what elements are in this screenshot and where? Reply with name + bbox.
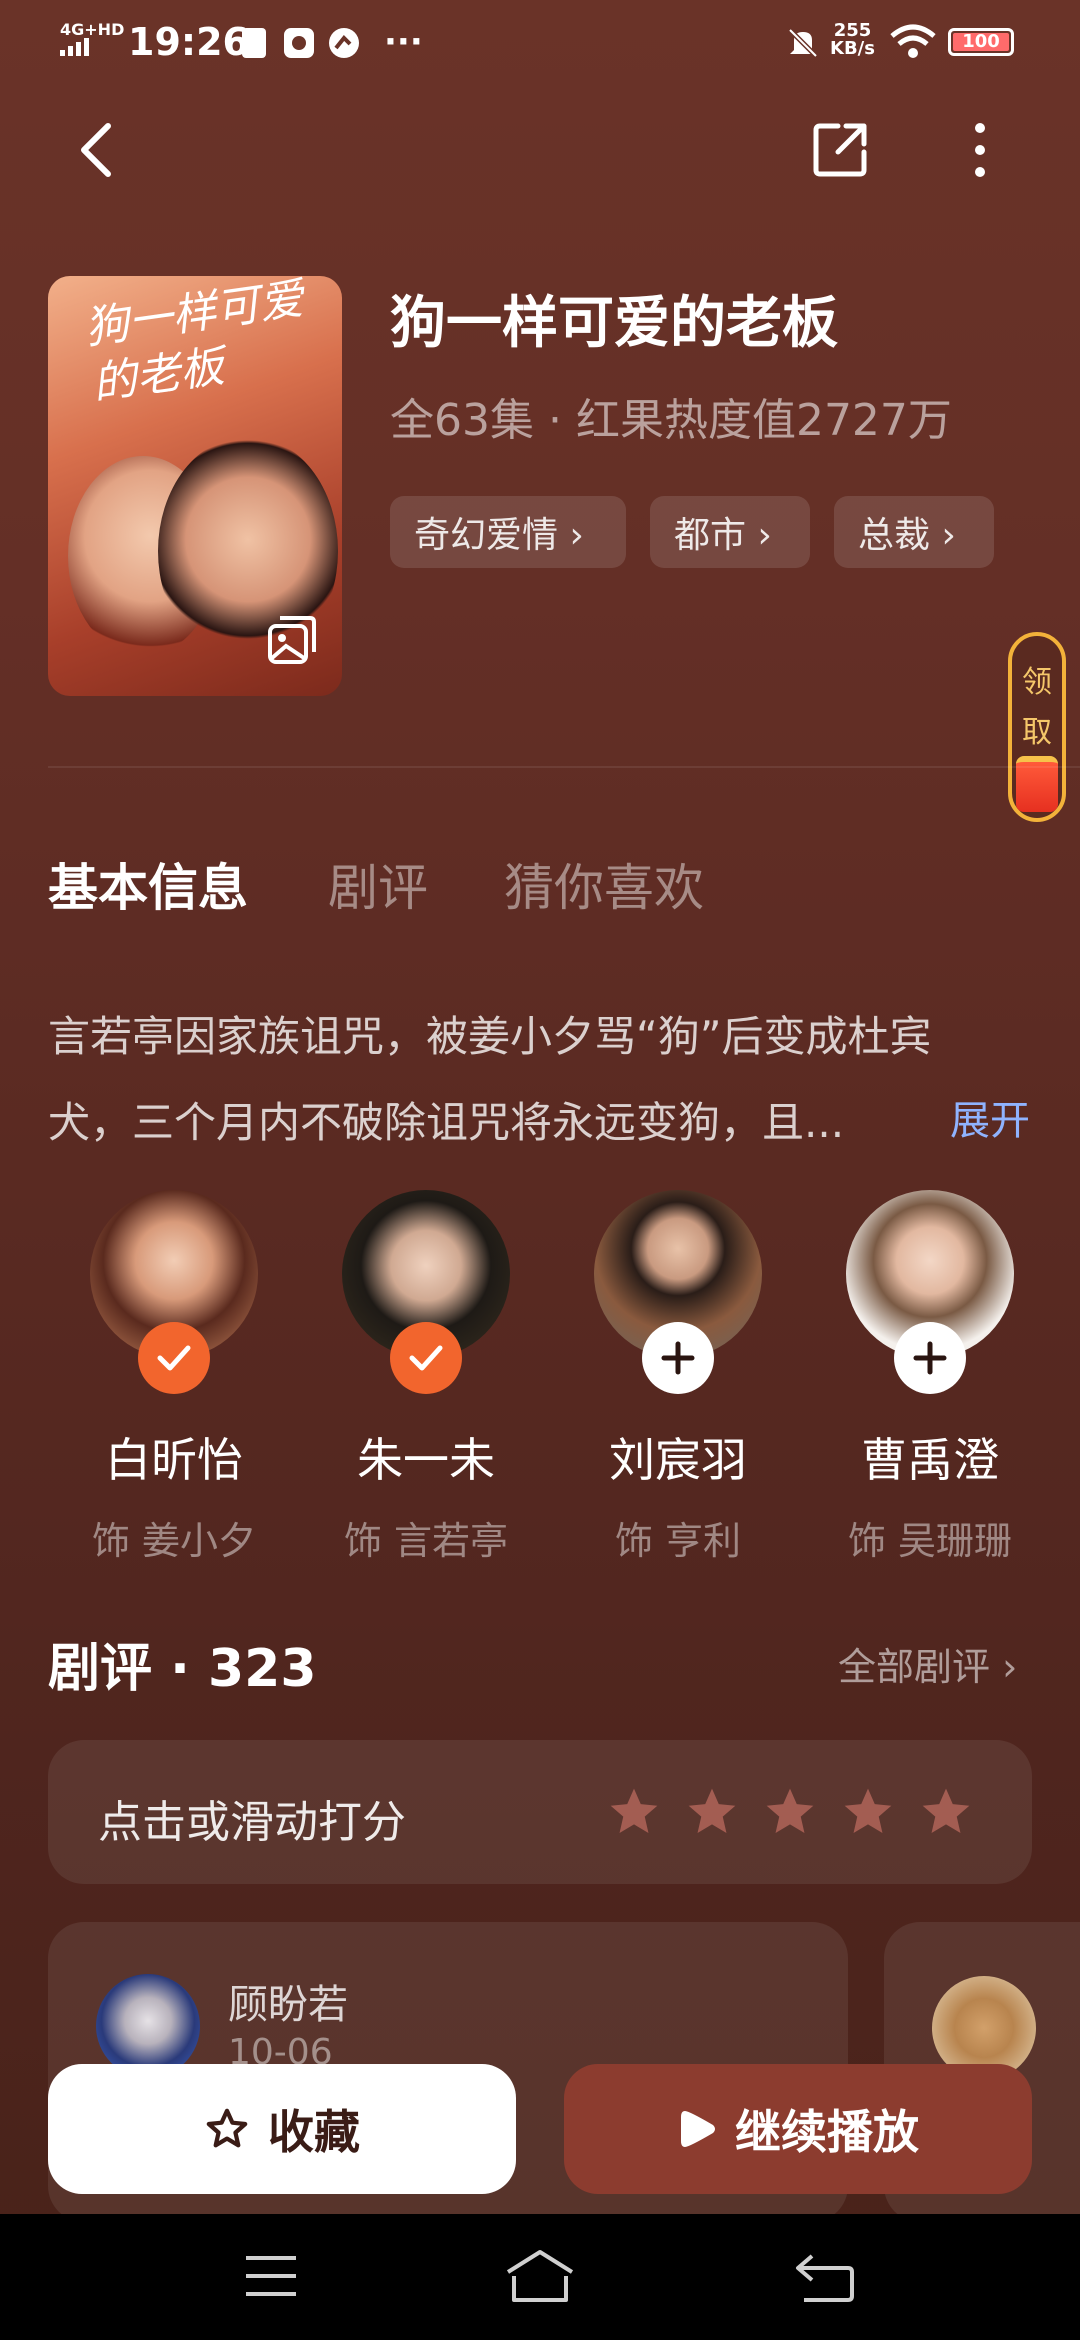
star-icon[interactable] [762,1784,818,1840]
battery-level: 100 [953,33,1009,51]
signal-label: 4G+HD [60,20,125,39]
play-icon [681,2111,715,2147]
play-label: 继续播放 [735,2105,919,2159]
follow-plus-icon[interactable] [894,1322,966,1394]
system-navigation-bar [0,2214,1080,2340]
star-icon[interactable] [918,1784,974,1840]
back-arrow-icon [81,123,111,177]
star-icon[interactable] [840,1784,896,1840]
notification-icons [242,28,359,58]
cast-avatar [90,1190,258,1394]
gallery-icon[interactable] [266,614,318,670]
cast-avatar [594,1190,762,1394]
signal-indicator: 4G+HD [60,22,124,59]
drama-description: 言若亭因家族诅咒，被姜小夕骂“狗”后变成杜宾犬，三个月内不破除诅咒将永远变狗，且… [48,994,1032,1166]
share-icon [813,123,867,177]
reviews-heading: 剧评 · 323 [48,1639,317,1699]
drama-title: 狗一样可爱的老板 [390,291,838,356]
cast-member[interactable]: 朱一未 饰 言若亭 [306,1190,546,1565]
continue-play-button[interactable]: 继续播放 [564,2064,1032,2194]
cast-name: 白昕怡 [105,1433,243,1487]
tab-recommendations[interactable]: 猜你喜欢 [504,848,704,920]
cast-member[interactable]: 刘宸羽 饰 亨利 [558,1190,798,1565]
more-notifications-icon: ··· [384,22,423,62]
menu-icon[interactable] [244,2254,298,2298]
favorite-button[interactable]: 收藏 [48,2064,516,2194]
cast-member[interactable]: 白昕怡 饰 姜小夕 [54,1190,294,1565]
cast-name: 曹禹澄 [861,1433,999,1487]
back-nav-icon[interactable] [794,2252,856,2304]
status-app-icons [240,24,370,69]
cast-avatar [846,1190,1014,1394]
signal-bars-icon [60,38,89,56]
section-divider [48,766,1080,768]
battery-icon: 100 [948,28,1014,56]
more-vertical-icon [975,123,985,177]
back-button[interactable] [56,110,136,190]
reviewer-name[interactable]: 顾盼若 [228,1972,348,2030]
drama-poster[interactable]: 狗一样可爱的老板 [48,276,342,696]
cast-avatar [342,1190,510,1394]
mute-icon [786,26,820,69]
rating-prompt: 点击或滑动打分 [98,1797,406,1848]
cast-member[interactable]: 曹禹澄 饰 吴珊珊 [810,1190,1050,1565]
tag-urban[interactable]: 都市 › [650,496,810,568]
net-speed-unit: KB/s [830,38,875,59]
drama-meta: 全63集 · 红果热度值2727万 [390,395,952,446]
star-outline-icon [206,2108,248,2148]
more-button[interactable] [940,110,1020,190]
follow-plus-icon[interactable] [642,1322,714,1394]
wifi-icon [888,24,938,69]
tab-basic-info[interactable]: 基本信息 [48,848,248,920]
followed-check-icon[interactable] [390,1322,462,1394]
home-icon[interactable] [504,2248,576,2304]
status-bar: 4G+HD 19:26 ··· 255 KB/s 100 [0,0,1080,90]
cast-role: 饰 亨利 [614,1519,742,1563]
reviewer-avatar[interactable] [96,1974,200,2078]
poster-title: 狗一样可爱的老板 [81,276,307,410]
all-reviews-link[interactable]: 全部剧评 › [838,1636,1017,1691]
description-text: 言若亭因家族诅咒，被姜小夕骂“狗”后变成杜宾犬，三个月内不破除诅咒将永远变狗，且… [48,1012,932,1147]
star-icon[interactable] [684,1784,740,1840]
favorite-label: 收藏 [268,2105,360,2159]
reward-label: 领取 [1022,665,1052,750]
star-icon[interactable] [606,1784,662,1840]
tag-ceo[interactable]: 总裁 › [834,496,994,568]
red-envelope-icon [1016,756,1058,812]
cast-name: 刘宸羽 [609,1433,747,1487]
cast-name: 朱一未 [357,1433,495,1487]
tab-reviews[interactable]: 剧评 [328,848,428,920]
cast-role: 饰 姜小夕 [91,1519,257,1563]
tag-fantasy-romance[interactable]: 奇幻爱情 › [390,496,626,568]
followed-check-icon[interactable] [138,1322,210,1394]
cast-role: 饰 吴珊珊 [847,1519,1013,1563]
rating-box[interactable]: 点击或滑动打分 [48,1740,1032,1884]
share-button[interactable] [800,110,880,190]
net-speed: 255 KB/s [830,22,875,58]
expand-button[interactable]: 展开 [950,1088,1030,1146]
cast-role: 饰 言若亭 [343,1519,509,1563]
reward-claim-widget[interactable]: 领取 [1008,632,1066,822]
clock: 19:26 [128,20,249,64]
